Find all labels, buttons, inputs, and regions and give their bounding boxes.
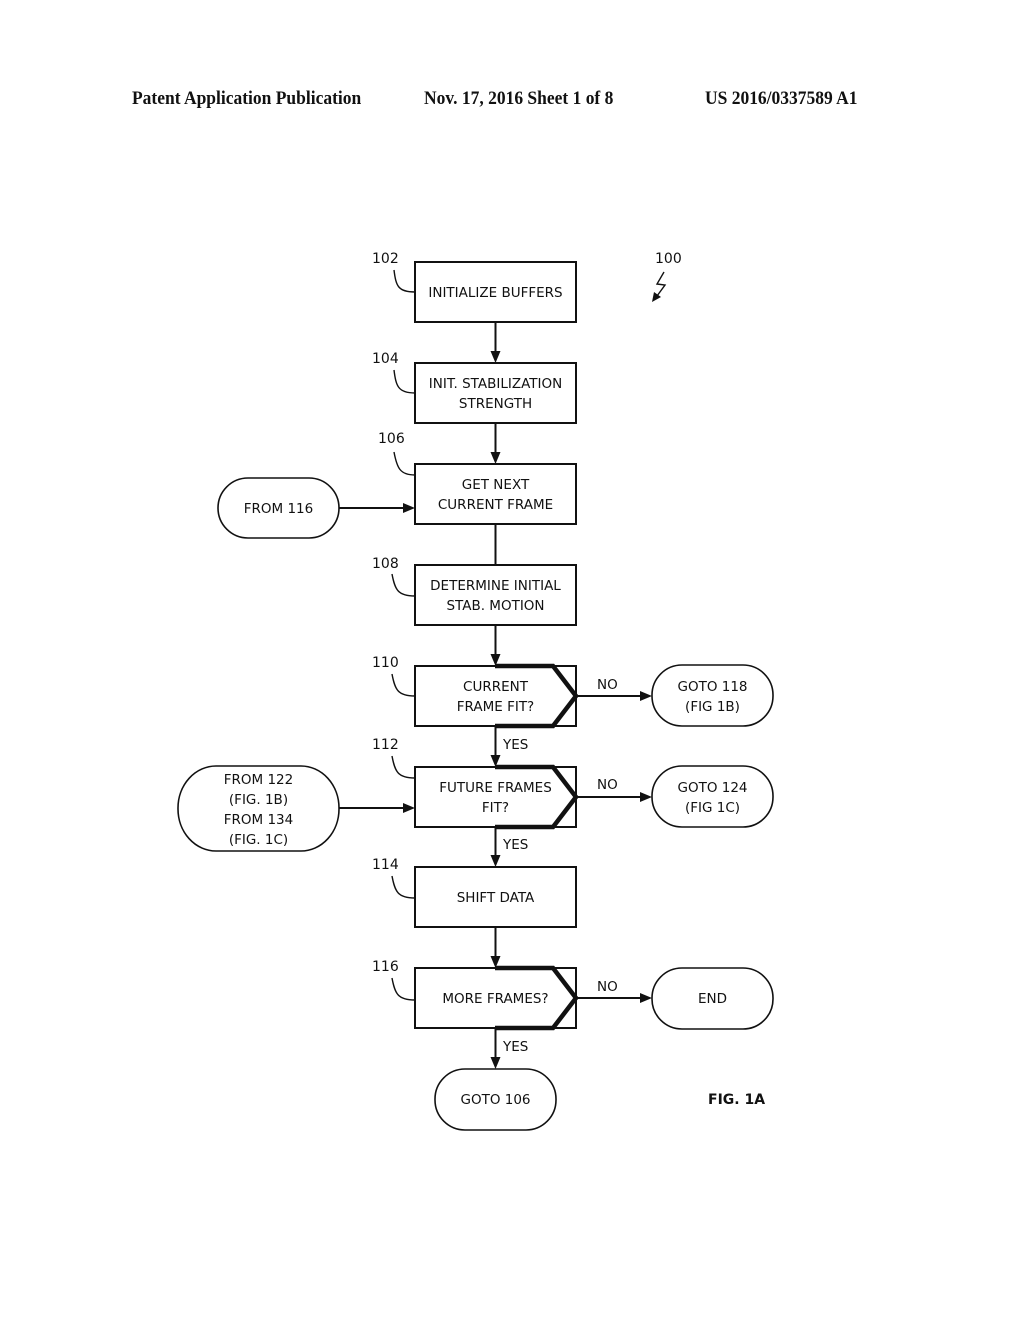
ref-label: 104 [372,351,399,367]
decision-box [414,766,577,828]
step-116: 116 MORE FRAMES? [372,959,579,1031]
leader-line [393,369,416,394]
terminal-goto-118: GOTO 118 (FIG 1B) [651,664,774,727]
leader-line [391,977,416,1001]
leader-line [393,269,416,293]
terminal-label-line: GOTO 124 [677,780,747,796]
branch-label-yes: YES [502,837,528,853]
terminal-from-122-134: FROM 122 (FIG. 1B) FROM 134 (FIG. 1C) [177,765,340,852]
arrow-110-no: NO [576,677,652,701]
step-112: 112 FUTURE FRAMES FIT? [372,737,579,830]
branch-label-no: NO [597,979,618,995]
ref-label: 102 [372,251,399,267]
ref-100-squiggle-arrow-icon [652,271,667,302]
terminal-label-line: FROM 134 [224,812,293,828]
decision-box [414,665,577,727]
ref-label: 112 [372,737,399,753]
process-box [414,362,577,424]
terminal-label-line: (FIG. 1B) [229,792,288,808]
terminal-end: END [651,967,774,1030]
step-label-line: INIT. STABILIZATION [429,376,562,392]
step-label-line: GET NEXT [462,477,530,493]
ref-label: 110 [372,655,399,671]
terminal-shape [651,765,774,828]
terminal-label-line: (FIG 1B) [685,699,740,715]
figure-label: FIG. 1A [708,1092,765,1108]
process-box [414,463,577,525]
terminal-label-line: FROM 122 [224,772,293,788]
leader-line [391,573,416,597]
arrow-116-yes: YES [490,1028,528,1069]
leader-line [391,673,416,697]
step-label-line: CURRENT [463,679,529,695]
step-label-line: CURRENT FRAME [438,497,553,513]
terminal-label-line: GOTO 118 [677,679,747,695]
arrow-110-yes: YES [490,726,528,767]
step-114: 114 SHIFT DATA [372,857,577,928]
branch-label-yes: YES [502,737,528,753]
arrow-102-104 [490,322,501,363]
step-108: 108 DETERMINE INITIAL STAB. MOTION [372,556,577,626]
terminal-goto-124: GOTO 124 (FIG 1C) [651,765,774,828]
arrow-112-yes: YES [490,827,528,867]
ref-100: 100 [655,251,682,267]
branch-label-yes: YES [502,1039,528,1055]
process-box [414,564,577,626]
branch-label-no: NO [597,777,618,793]
arrow-104-106 [490,423,501,464]
step-label-line: MORE FRAMES? [442,991,548,1007]
leader-line [393,451,416,476]
leader-line [391,755,416,779]
step-label-line: FRAME FIT? [457,699,534,715]
terminal-from-116: FROM 116 [217,477,340,539]
terminal-label-line: (FIG 1C) [685,800,740,816]
step-label-line: DETERMINE INITIAL [430,578,561,594]
terminal-label-line: FROM 116 [244,501,313,517]
flowchart: 100 102 INITIALIZE BUFFERS 104 INIT. STA… [177,251,774,1131]
branch-label-no: NO [597,677,618,693]
step-label-line: INITIALIZE BUFFERS [428,285,562,301]
terminal-label-line: END [698,991,727,1007]
arrow-116-no: NO [576,979,652,1003]
ref-label: 116 [372,959,399,975]
step-label-line: STAB. MOTION [446,598,544,614]
step-label-line: SHIFT DATA [457,890,535,906]
step-label-line: FUTURE FRAMES [439,780,552,796]
arrow-108-110 [490,625,501,666]
terminal-label-line: (FIG. 1C) [229,832,288,848]
ref-label: 114 [372,857,399,873]
step-102: 102 INITIALIZE BUFFERS [372,251,577,323]
leader-line [391,875,416,899]
ref-label: 108 [372,556,399,572]
terminal-shape [651,664,774,727]
arrow-112-no: NO [576,777,652,802]
terminal-label-line: GOTO 106 [460,1092,530,1108]
ref-label: 106 [378,431,405,447]
step-label-line: STRENGTH [459,396,532,412]
step-label-line: FIT? [482,800,509,816]
terminal-goto-106: GOTO 106 [434,1068,557,1131]
arrow-114-116 [490,927,501,968]
arrow-from-122-134-to-112 [339,803,415,813]
step-104: 104 INIT. STABILIZATION STRENGTH [372,351,577,424]
arrow-from-116-to-106 [339,503,415,513]
step-110: 110 CURRENT FRAME FIT? [372,655,579,729]
